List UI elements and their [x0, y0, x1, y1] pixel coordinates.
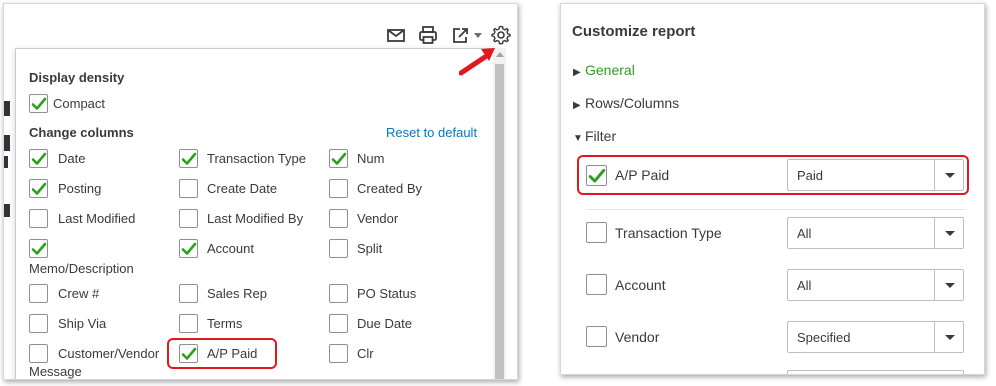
column-label-customer-vendor: Customer/Vendor	[58, 346, 160, 361]
dropdown-scrollbar[interactable]	[493, 48, 506, 379]
column-checkbox-date[interactable]	[29, 149, 48, 168]
column-label-split: Split	[357, 241, 383, 256]
filter-select-vendor[interactable]: Specified	[787, 321, 964, 353]
column-label-date: Date	[58, 151, 86, 166]
filter-select-value: Specified	[797, 330, 851, 345]
column-checkbox-due-date[interactable]	[329, 314, 348, 333]
column-checkbox-ap-paid[interactable]	[179, 344, 198, 363]
filter-label-transaction-type: Transaction Type	[615, 225, 722, 241]
column-label-num: Num	[357, 151, 385, 166]
column-label-ap-paid: A/P Paid	[207, 346, 258, 361]
column-checkbox-created-by[interactable]	[329, 179, 348, 198]
column-checkbox-vendor[interactable]	[329, 209, 348, 228]
filter-label-ap-paid: A/P Paid	[615, 167, 670, 183]
section-general[interactable]: ▶ General	[573, 62, 635, 78]
chevron-down-icon[interactable]	[934, 322, 963, 352]
chevron-down-icon[interactable]	[934, 160, 963, 190]
caret-right-icon: ▶	[573, 67, 581, 78]
compact-label: Compact	[53, 96, 106, 111]
column-checkbox-sales-rep[interactable]	[179, 284, 198, 303]
filter-label-vendor: Vendor	[615, 329, 660, 345]
column-checkbox-account[interactable]	[179, 239, 198, 258]
column-label-clr: Clr	[357, 346, 374, 361]
column-label-vendor: Vendor	[357, 211, 399, 226]
column-checkbox-po-status[interactable]	[329, 284, 348, 303]
filter-select-value: All	[797, 226, 812, 241]
caret-down-icon: ▼	[573, 133, 583, 144]
filter-select-partial	[787, 370, 964, 374]
column-checkbox-customer-vendor-message[interactable]	[29, 344, 48, 363]
section-general-label: General	[585, 62, 635, 78]
filter-select-value: All	[797, 278, 812, 293]
customize-report-panel: Customize report ▶ General ▶ Rows/Columns …	[560, 3, 985, 375]
column-checkbox-crew-number[interactable]	[29, 284, 48, 303]
column-label-transaction-type: Transaction Type	[207, 151, 306, 166]
filter-select-ap-paid[interactable]: Paid	[787, 159, 964, 191]
filter-select-value: Paid	[797, 168, 824, 183]
filter-checkbox-ap-paid[interactable]	[586, 165, 607, 186]
red-arrow-annotation-icon	[458, 46, 503, 76]
section-rows-columns[interactable]: ▶ Rows/Columns	[573, 95, 679, 111]
column-label-terms: Terms	[207, 316, 243, 331]
column-label-sales-rep: Sales Rep	[207, 286, 267, 301]
filter-select-transaction-type[interactable]: All	[787, 217, 964, 249]
chevron-down-icon[interactable]	[934, 218, 963, 248]
email-icon[interactable]	[385, 24, 407, 46]
column-checkbox-ship-via[interactable]	[29, 314, 48, 333]
customize-report-title: Customize report	[572, 23, 696, 40]
column-checkbox-transaction-type[interactable]	[179, 149, 198, 168]
column-label-last-modified: Last Modified	[58, 211, 136, 226]
filter-select-account[interactable]: All	[787, 269, 964, 301]
report-view-panel: Display density Compact Change columns R…	[3, 3, 518, 380]
column-label-due-date: Due Date	[357, 316, 412, 331]
filter-checkbox-vendor[interactable]	[586, 326, 607, 347]
column-label-create-date: Create Date	[207, 181, 278, 196]
print-icon[interactable]	[417, 24, 439, 46]
clipped-report-content	[4, 4, 12, 379]
filter-checkbox-transaction-type[interactable]	[586, 222, 607, 243]
display-density-label: Display density	[29, 70, 125, 85]
section-filter[interactable]: ▼ Filter	[573, 128, 616, 144]
column-checkbox-split[interactable]	[329, 239, 348, 258]
column-label-posting: Posting	[58, 181, 102, 196]
reset-to-default-link[interactable]: Reset to default	[386, 125, 477, 140]
scroll-thumb[interactable]	[495, 64, 504, 379]
settings-gear-icon[interactable]	[490, 24, 512, 46]
column-label-crew-number: Crew #	[58, 286, 100, 301]
column-checkbox-num[interactable]	[329, 149, 348, 168]
section-filter-label: Filter	[585, 128, 617, 144]
column-label-po-status: PO Status	[357, 286, 417, 301]
column-checkbox-posting[interactable]	[29, 179, 48, 198]
column-checkbox-memo-description[interactable]	[29, 239, 48, 258]
column-label-account: Account	[207, 241, 254, 256]
column-label-message: Message	[29, 364, 82, 379]
section-rows-columns-label: Rows/Columns	[585, 95, 680, 111]
column-checkbox-clr[interactable]	[329, 344, 348, 363]
column-checkbox-last-modified[interactable]	[29, 209, 48, 228]
column-label-last-modified-by: Last Modified By	[207, 211, 304, 226]
chevron-down-icon[interactable]	[934, 270, 963, 300]
filter-label-account: Account	[615, 277, 666, 293]
column-label-ship-via: Ship Via	[58, 316, 107, 331]
filter-checkbox-account[interactable]	[586, 274, 607, 295]
filter-divider	[586, 209, 966, 210]
compact-checkbox[interactable]	[29, 94, 48, 113]
export-icon[interactable]	[450, 24, 484, 46]
column-checkbox-create-date[interactable]	[179, 179, 198, 198]
column-checkbox-terms[interactable]	[179, 314, 198, 333]
column-label-memo-description: Memo/Description	[29, 261, 134, 276]
column-label-created-by: Created By	[357, 181, 423, 196]
change-columns-label: Change columns	[29, 125, 134, 140]
column-checkbox-last-modified-by[interactable]	[179, 209, 198, 228]
caret-right-icon: ▶	[573, 100, 581, 111]
